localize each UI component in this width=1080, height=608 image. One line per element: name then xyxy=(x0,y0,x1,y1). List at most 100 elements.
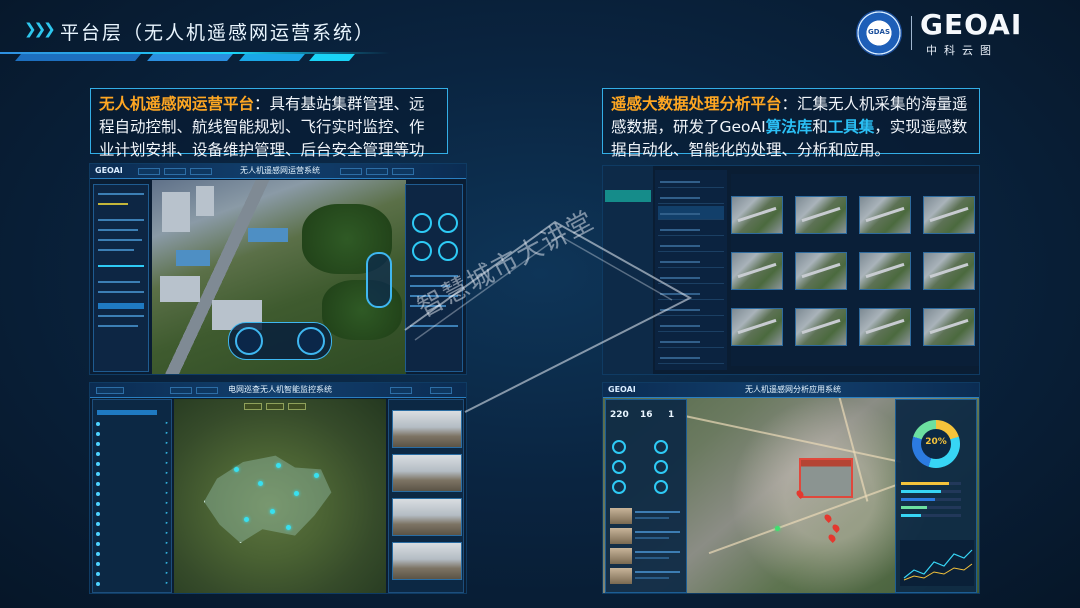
case-list-item[interactable] xyxy=(610,548,684,566)
list-item[interactable]: ▸ xyxy=(96,560,170,568)
nav-tab[interactable] xyxy=(164,168,186,175)
list-item[interactable] xyxy=(658,350,724,364)
list-item[interactable] xyxy=(658,222,724,236)
image-thumbnail[interactable] xyxy=(859,252,911,290)
camera-feed[interactable] xyxy=(392,542,462,580)
event-popup[interactable] xyxy=(799,458,853,498)
right-joystick[interactable] xyxy=(297,327,325,355)
nav-tab[interactable] xyxy=(366,168,388,175)
category-icon xyxy=(612,440,626,454)
image-thumbnail[interactable] xyxy=(795,252,847,290)
altitude-gauge xyxy=(438,213,458,233)
image-thumbnail[interactable] xyxy=(795,196,847,234)
brand-logo: GDAS GEOAI 中科云图 xyxy=(856,8,1052,57)
nav-tab[interactable] xyxy=(196,387,218,394)
tower-pin[interactable] xyxy=(270,509,275,514)
tower-pin[interactable] xyxy=(314,473,319,478)
list-item[interactable]: ▸ xyxy=(96,520,170,528)
image-thumbnail[interactable] xyxy=(923,252,975,290)
list-item[interactable]: ▸ xyxy=(96,530,170,538)
tower-pin[interactable] xyxy=(276,463,281,468)
nav-tab[interactable] xyxy=(390,387,412,394)
list-item[interactable] xyxy=(658,174,724,188)
route-list-header[interactable] xyxy=(98,303,144,309)
image-thumbnail[interactable] xyxy=(795,308,847,346)
map-layer-button[interactable] xyxy=(266,403,284,410)
camera-feed[interactable] xyxy=(392,410,462,448)
event-marker[interactable] xyxy=(827,533,837,543)
list-item[interactable]: ▸ xyxy=(96,550,170,558)
sidebar-item[interactable] xyxy=(605,206,651,218)
nav-tab[interactable] xyxy=(340,168,362,175)
list-item[interactable]: ▸ xyxy=(96,470,170,478)
sidebar-item[interactable] xyxy=(605,174,651,186)
list-item[interactable]: ▸ xyxy=(96,430,170,438)
case-list-item[interactable] xyxy=(610,568,684,586)
list-item[interactable] xyxy=(658,334,724,348)
case-list-item[interactable] xyxy=(610,528,684,546)
progress-bar xyxy=(901,498,961,501)
map-layer-button[interactable] xyxy=(244,403,262,410)
tower-pin[interactable] xyxy=(258,481,263,486)
event-marker[interactable] xyxy=(823,513,833,523)
sidebar-item-active[interactable] xyxy=(605,190,651,202)
camera-feed[interactable] xyxy=(392,498,462,536)
image-thumbnail[interactable] xyxy=(859,308,911,346)
list-item[interactable]: ▸ xyxy=(96,460,170,468)
list-item-selected[interactable] xyxy=(658,206,724,220)
image-thumbnail[interactable] xyxy=(859,196,911,234)
list-item[interactable]: ▸ xyxy=(96,490,170,498)
nav-tab[interactable] xyxy=(430,387,452,394)
uav-platform-name: 无人机遥感网运营平台 xyxy=(99,95,255,113)
list-item[interactable]: ▸ xyxy=(96,500,170,508)
image-thumbnail[interactable] xyxy=(731,308,783,346)
list-item[interactable]: ▸ xyxy=(96,510,170,518)
nav-tab[interactable] xyxy=(138,168,160,175)
speed-gauge xyxy=(412,213,432,233)
list-item[interactable]: ▸ xyxy=(96,450,170,458)
flight-control-bar[interactable] xyxy=(228,322,332,360)
nav-tab[interactable] xyxy=(96,387,124,394)
list-item[interactable] xyxy=(658,270,724,284)
list-item[interactable]: ▸ xyxy=(96,480,170,488)
category-icon xyxy=(612,460,626,474)
nav-tab[interactable] xyxy=(392,168,414,175)
list-item[interactable] xyxy=(658,318,724,332)
nav-tab[interactable] xyxy=(170,387,192,394)
event-marker[interactable] xyxy=(831,523,841,533)
list-item[interactable] xyxy=(658,238,724,252)
image-thumbnail[interactable] xyxy=(731,196,783,234)
terrain-map[interactable] xyxy=(174,399,386,593)
tower-pin[interactable] xyxy=(244,517,249,522)
building xyxy=(176,250,210,266)
search-box[interactable] xyxy=(97,410,157,415)
app-topbar: GEOAI 无人机遥感网运营系统 xyxy=(90,164,466,179)
case-list-item[interactable] xyxy=(610,508,684,526)
camera-control-pad[interactable] xyxy=(366,252,392,308)
nav-tab[interactable] xyxy=(190,168,212,175)
image-thumbnail[interactable] xyxy=(923,196,975,234)
list-item[interactable] xyxy=(658,190,724,204)
left-joystick[interactable] xyxy=(235,327,263,355)
list-item[interactable] xyxy=(658,254,724,268)
camera-feed[interactable] xyxy=(392,454,462,492)
list-item[interactable]: ▸ xyxy=(96,440,170,448)
info-row xyxy=(98,325,138,327)
list-item[interactable] xyxy=(658,286,724,300)
list-item[interactable]: ▸ xyxy=(96,580,170,588)
drone-position[interactable] xyxy=(775,526,780,531)
map-layer-button[interactable] xyxy=(288,403,306,410)
tower-pin[interactable] xyxy=(294,491,299,496)
app-topbar: 电网巡查无人机智能监控系统 xyxy=(90,383,466,398)
list-item[interactable]: ▸ xyxy=(96,570,170,578)
image-thumbnail[interactable] xyxy=(923,308,975,346)
stat-value-b: 16 xyxy=(640,410,653,420)
category-icon xyxy=(654,480,668,494)
image-thumbnail[interactable] xyxy=(731,252,783,290)
tower-pin[interactable] xyxy=(286,525,291,530)
list-item[interactable] xyxy=(658,302,724,316)
list-item[interactable]: ▸ xyxy=(96,540,170,548)
app-brand: GEOAI xyxy=(608,385,636,394)
tower-pin[interactable] xyxy=(234,467,239,472)
list-item[interactable]: ▸ xyxy=(96,420,170,428)
